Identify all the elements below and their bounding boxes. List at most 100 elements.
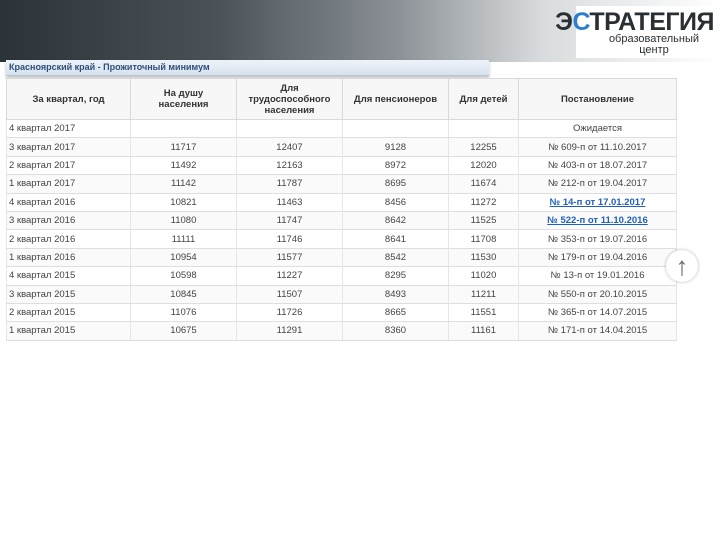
cell-pensioners: 8641 bbox=[342, 229, 449, 249]
arrow-up-icon: ↑ bbox=[675, 251, 689, 281]
header-pensioners: Для пенсионеров bbox=[342, 78, 449, 120]
cell-per-capita: 11717 bbox=[130, 137, 237, 157]
cell-working: 11463 bbox=[236, 193, 343, 212]
living-wage-table: За квартал, год На душу населения Для труд… bbox=[6, 78, 677, 341]
cell-pensioners: 8542 bbox=[342, 248, 449, 268]
cell-working: 11291 bbox=[236, 321, 343, 341]
table-row: 2 квартал 2017 11492 12163 8972 12020 № … bbox=[6, 156, 677, 176]
scroll-to-top-button[interactable]: ↑ bbox=[666, 250, 698, 282]
cell-per-capita: 10675 bbox=[130, 321, 237, 341]
cell-pensioners: 8695 bbox=[342, 174, 449, 194]
table-row: 3 квартал 2015 10845 11507 8493 11211 № … bbox=[6, 285, 677, 304]
cell-decree: № 365-п от 14.07.2015 bbox=[518, 303, 677, 323]
cell-per-capita: 10598 bbox=[130, 266, 237, 286]
cell-children: 11551 bbox=[448, 303, 519, 323]
cell-per-capita: 10821 bbox=[130, 193, 237, 212]
cell-quarter: 1 квартал 2016 bbox=[6, 248, 131, 268]
header-working-population: Для трудоспособного населения bbox=[236, 78, 343, 120]
cell-quarter: 2 квартал 2017 bbox=[6, 156, 131, 176]
cell-pensioners: 8972 bbox=[342, 156, 449, 176]
cell-quarter: 3 квартал 2017 bbox=[6, 137, 131, 157]
table-row: 1 квартал 2017 11142 11787 8695 11674 № … bbox=[6, 174, 677, 194]
living-wage-panel: Красноярский край - Прожиточный минимум … bbox=[6, 60, 677, 341]
cell-quarter: 3 квартал 2016 bbox=[6, 211, 131, 231]
cell-per-capita: 11111 bbox=[130, 229, 237, 249]
cell-decree: № 171-п от 14.04.2015 bbox=[518, 321, 677, 341]
table-header-row: За квартал, год На душу населения Для труд… bbox=[6, 78, 677, 120]
table-row: 3 квартал 2016 11080 11747 8642 11525 № … bbox=[6, 211, 677, 231]
table-row: 4 квартал 2016 10821 11463 8456 11272 № … bbox=[6, 193, 677, 212]
cell-working: 11746 bbox=[236, 229, 343, 249]
cell-children: 11674 bbox=[448, 174, 519, 194]
cell-working bbox=[236, 119, 343, 139]
cell-decree: № 179-п от 19.04.2016 bbox=[518, 248, 677, 268]
cell-quarter: 1 квартал 2017 bbox=[6, 174, 131, 194]
table-row: 4 квартал 2017 Ожидается bbox=[6, 119, 677, 139]
cell-quarter: 1 квартал 2015 bbox=[6, 321, 131, 341]
header-children: Для детей bbox=[448, 78, 519, 120]
cell-children: 11530 bbox=[448, 248, 519, 268]
cell-working: 11747 bbox=[236, 211, 343, 231]
cell-children: 11211 bbox=[448, 285, 519, 304]
cell-working: 11577 bbox=[236, 248, 343, 268]
cell-decree: № 14-п от 17.01.2017 bbox=[518, 193, 677, 212]
table-row: 1 квартал 2015 10675 11291 8360 11161 № … bbox=[6, 321, 677, 341]
cell-pensioners: 8360 bbox=[342, 321, 449, 341]
table-row: 4 квартал 2015 10598 11227 8295 11020 № … bbox=[6, 266, 677, 286]
cell-pensioners: 8295 bbox=[342, 266, 449, 286]
cell-working: 11227 bbox=[236, 266, 343, 286]
cell-per-capita: 11142 bbox=[130, 174, 237, 194]
cell-decree: Ожидается bbox=[518, 119, 677, 139]
header-decree: Постановление bbox=[518, 78, 677, 120]
header-quarter: За квартал, год bbox=[6, 78, 131, 120]
cell-decree: № 403-п от 18.07.2017 bbox=[518, 156, 677, 176]
cell-quarter: 4 квартал 2015 bbox=[6, 266, 131, 286]
cell-children: 11708 bbox=[448, 229, 519, 249]
cell-working: 11726 bbox=[236, 303, 343, 323]
cell-children: 12255 bbox=[448, 137, 519, 157]
cell-pensioners: 8665 bbox=[342, 303, 449, 323]
table-row: 2 квартал 2016 11111 11746 8641 11708 № … bbox=[6, 229, 677, 249]
panel-title: Красноярский край - Прожиточный минимум bbox=[6, 60, 489, 76]
cell-per-capita: 10954 bbox=[130, 248, 237, 268]
cell-pensioners: 8642 bbox=[342, 211, 449, 231]
cell-children: 11525 bbox=[448, 211, 519, 231]
cell-decree: № 13-п от 19.01.2016 bbox=[518, 266, 677, 286]
cell-children: 12020 bbox=[448, 156, 519, 176]
cell-working: 11787 bbox=[236, 174, 343, 194]
cell-quarter: 4 квартал 2016 bbox=[6, 193, 131, 212]
cell-per-capita: 11080 bbox=[130, 211, 237, 231]
table-row: 1 квартал 2016 10954 11577 8542 11530 № … bbox=[6, 248, 677, 268]
cell-children: 11161 bbox=[448, 321, 519, 341]
cell-decree: № 212-п от 19.04.2017 bbox=[518, 174, 677, 194]
table-row: 2 квартал 2015 11076 11726 8665 11551 № … bbox=[6, 303, 677, 323]
cell-per-capita: 11492 bbox=[130, 156, 237, 176]
cell-quarter: 4 квартал 2017 bbox=[6, 119, 131, 139]
cell-decree: № 550-п от 20.10.2015 bbox=[518, 285, 677, 304]
decree-link[interactable]: № 522-п от 11.10.2016 bbox=[547, 215, 648, 226]
cell-per-capita: 11076 bbox=[130, 303, 237, 323]
cell-pensioners: 8493 bbox=[342, 285, 449, 304]
cell-per-capita: 10845 bbox=[130, 285, 237, 304]
decree-link[interactable]: № 14-п от 17.01.2017 bbox=[550, 197, 646, 208]
cell-quarter: 3 квартал 2015 bbox=[6, 285, 131, 304]
cell-working: 12163 bbox=[236, 156, 343, 176]
header-per-capita: На душу населения bbox=[130, 78, 237, 120]
cell-pensioners: 8456 bbox=[342, 193, 449, 212]
cell-working: 11507 bbox=[236, 285, 343, 304]
cell-per-capita bbox=[130, 119, 237, 139]
cell-pensioners bbox=[342, 119, 449, 139]
cell-decree: № 522-п от 11.10.2016 bbox=[518, 211, 677, 231]
cell-quarter: 2 квартал 2015 bbox=[6, 303, 131, 323]
cell-pensioners: 9128 bbox=[342, 137, 449, 157]
cell-decree: № 609-п от 11.10.2017 bbox=[518, 137, 677, 157]
strategy-logo: ЭСТРАТЕГИЯ образовательный центр bbox=[555, 6, 716, 58]
cell-children bbox=[448, 119, 519, 139]
cell-decree: № 353-п от 19.07.2016 bbox=[518, 229, 677, 249]
cell-children: 11020 bbox=[448, 266, 519, 286]
cell-quarter: 2 квартал 2016 bbox=[6, 229, 131, 249]
table-row: 3 квартал 2017 11717 12407 9128 12255 № … bbox=[6, 137, 677, 157]
cell-children: 11272 bbox=[448, 193, 519, 212]
cell-working: 12407 bbox=[236, 137, 343, 157]
logo-subtitle: образовательный центр bbox=[608, 33, 700, 56]
